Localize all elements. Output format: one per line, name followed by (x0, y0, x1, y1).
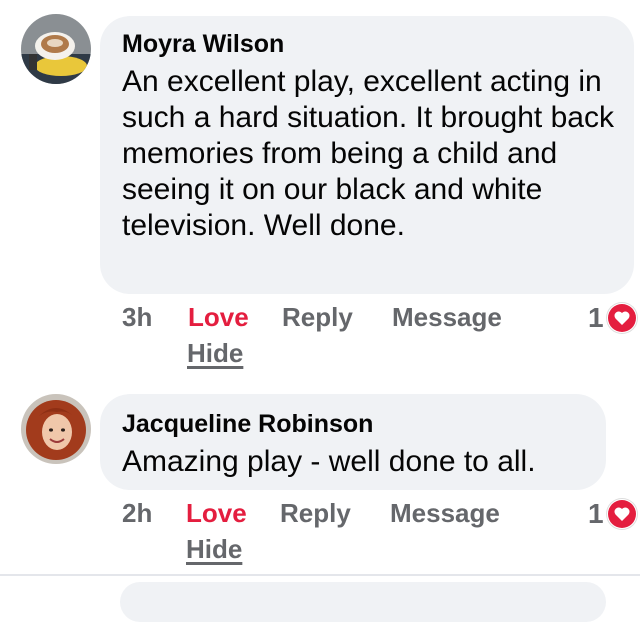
avatar[interactable] (21, 394, 91, 464)
message-button[interactable]: Message (390, 498, 500, 529)
comment-item: Jacqueline Robinson Amazing play - well … (0, 0, 640, 570)
comment-timestamp[interactable]: 2h (122, 498, 152, 529)
reply-button[interactable]: Reply (280, 498, 351, 529)
comment-text: Amazing play - well done to all. (122, 445, 536, 478)
divider (0, 574, 640, 576)
comment-bubble: Jacqueline Robinson Amazing play - well … (100, 394, 606, 490)
comment-author[interactable]: Jacqueline Robinson (122, 410, 373, 439)
heart-icon[interactable] (607, 499, 637, 529)
comment-actions: 2h Love Reply Message (122, 498, 542, 538)
love-button[interactable]: Love (186, 498, 247, 529)
comment-bubble (120, 582, 606, 622)
reaction-count[interactable]: 1 (588, 498, 604, 530)
hide-button[interactable]: Hide (186, 534, 242, 565)
